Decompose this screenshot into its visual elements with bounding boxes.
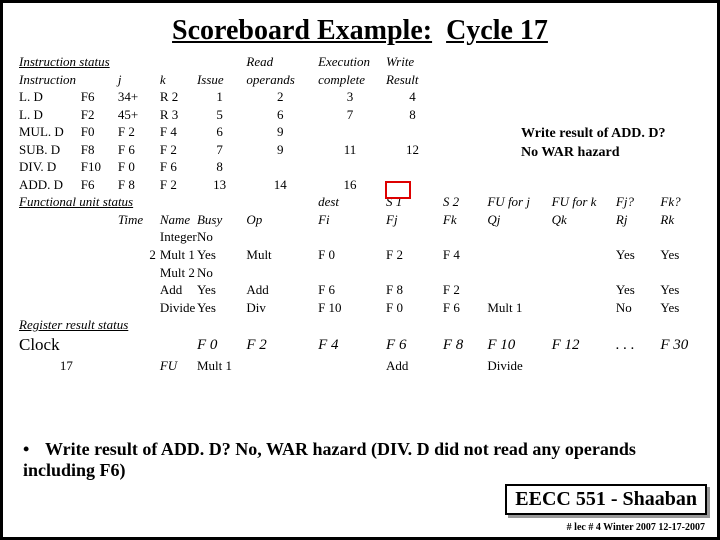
reg-f12: F 12 — [550, 334, 614, 357]
instr-row: ADD. DF6F 8F 2131416 — [17, 176, 703, 194]
title-part2: Cycle 17 — [446, 15, 548, 46]
reg-status-hdr: Register result status — [17, 316, 195, 334]
side-note: Write result of ADD. D? No WAR hazard — [521, 125, 691, 163]
title-part1: Scoreboard Example: — [172, 15, 432, 46]
op-hdr: Op — [244, 211, 316, 229]
fu-label: FU — [158, 357, 195, 375]
reg-status-hdr-row: Register result status — [17, 316, 703, 334]
fuk-hdr: FU for k — [550, 193, 614, 211]
scoreboard-table: Instruction status Read Execution Write … — [17, 53, 703, 374]
fu-f0: Mult 1 — [195, 357, 244, 375]
s2-hdr: S 2 — [441, 193, 485, 211]
clock-value: 17 — [17, 357, 116, 375]
fu-hdr-row2: Time Name Busy Op Fi Fj Fk Qj Qk Rj Rk — [17, 211, 703, 229]
name-hdr: Name — [158, 211, 195, 229]
busy-hdr: Busy — [195, 211, 244, 229]
qj-hdr: Qj — [485, 211, 549, 229]
j-hdr: j — [116, 71, 158, 89]
signature-box: EECC 551 - Shaaban — [505, 484, 707, 515]
reg-f8: F 8 — [441, 334, 485, 357]
reg-f0: F 0 — [195, 334, 244, 357]
func-unit-hdr: Functional unit status — [17, 193, 195, 211]
instr-hdr-row2: Instruction j k Issue operands complete … — [17, 71, 703, 89]
fu-row: 2Mult 1YesMultF 0F 2F 4YesYes — [17, 246, 703, 264]
instr-row: L. DF634+R 21234 — [17, 88, 703, 106]
issue-hdr: Issue — [195, 71, 244, 89]
fi-hdr: Fi — [316, 211, 384, 229]
footer-text: # lec # 4 Winter 2007 12-17-2007 — [567, 522, 705, 533]
instr-hdr-row1: Instruction status Read Execution Write — [17, 53, 703, 71]
slide-title: Scoreboard Example: Cycle 17 — [17, 15, 703, 47]
content-area: Instruction status Read Execution Write … — [17, 53, 703, 374]
reg-f6: F 6 — [384, 334, 441, 357]
reg-names-row: Clock F 0 F 2 F 4 F 6 F 8 F 10 F 12 . . … — [17, 334, 703, 357]
fu-row: IntegerNo — [17, 228, 703, 246]
slide-page: Scoreboard Example: Cycle 17 Instruction… — [0, 0, 720, 540]
reg-dots: . . . — [614, 334, 658, 357]
fu-f10: Divide — [485, 357, 549, 375]
instruction-hdr: Instruction — [17, 71, 116, 89]
fkq-hdr: Fk? — [658, 193, 703, 211]
highlight-box-icon — [385, 181, 411, 199]
complete-hdr: complete — [316, 71, 384, 89]
k-hdr: k — [158, 71, 195, 89]
read-hdr: Read — [244, 53, 316, 71]
reg-fu-row: 17 FU Mult 1 Add Divide — [17, 357, 703, 375]
clock-label: Clock — [17, 334, 158, 357]
result-hdr: Result — [384, 71, 441, 89]
rk-hdr: Rk — [658, 211, 703, 229]
bullet-note: •Write result of ADD. D? No, WAR hazard … — [23, 439, 697, 481]
fu-row: AddYesAddF 6F 8F 2YesYes — [17, 281, 703, 299]
reg-f10: F 10 — [485, 334, 549, 357]
fk-hdr: Fk — [441, 211, 485, 229]
fjq-hdr: Fj? — [614, 193, 658, 211]
bullet-icon: • — [23, 439, 45, 460]
instr-row: L. DF245+R 35678 — [17, 106, 703, 124]
instr-status-hdr: Instruction status — [17, 53, 195, 71]
reg-f2: F 2 — [244, 334, 316, 357]
rj-hdr: Rj — [614, 211, 658, 229]
fu-f6: Add — [384, 357, 441, 375]
operands-hdr: operands — [244, 71, 316, 89]
bullet-text: Write result of ADD. D? No, WAR hazard (… — [23, 439, 636, 480]
fu-hdr-row1: Functional unit status dest S 1 S 2 FU f… — [17, 193, 703, 211]
reg-f30: F 30 — [658, 334, 703, 357]
side-note-line2: No WAR hazard — [521, 144, 691, 163]
fu-row: Mult 2No — [17, 264, 703, 282]
side-note-line1: Write result of ADD. D? — [521, 125, 691, 144]
reg-f4: F 4 — [316, 334, 384, 357]
qk-hdr: Qk — [550, 211, 614, 229]
fu-row: DivideYesDivF 10F 0F 6Mult 1NoYes — [17, 299, 703, 317]
write-hdr: Write — [384, 53, 441, 71]
fuj-hdr: FU for j — [485, 193, 549, 211]
exec-hdr: Execution — [316, 53, 384, 71]
signature-text: EECC 551 - Shaaban — [515, 488, 697, 510]
dest-hdr: dest — [316, 193, 384, 211]
time-hdr: Time — [116, 211, 158, 229]
fj-hdr: Fj — [384, 211, 441, 229]
